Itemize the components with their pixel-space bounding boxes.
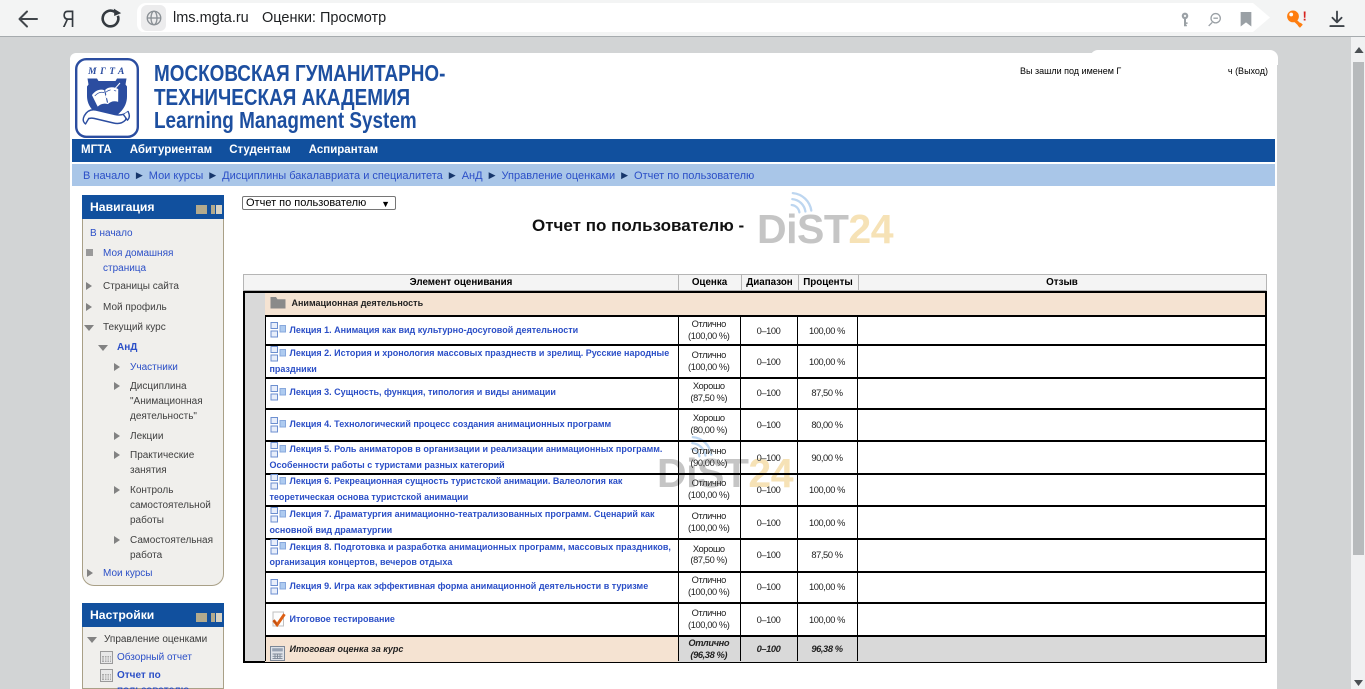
svg-text:МГТА: МГТА [87, 67, 128, 77]
svg-text:!: ! [1302, 10, 1306, 24]
